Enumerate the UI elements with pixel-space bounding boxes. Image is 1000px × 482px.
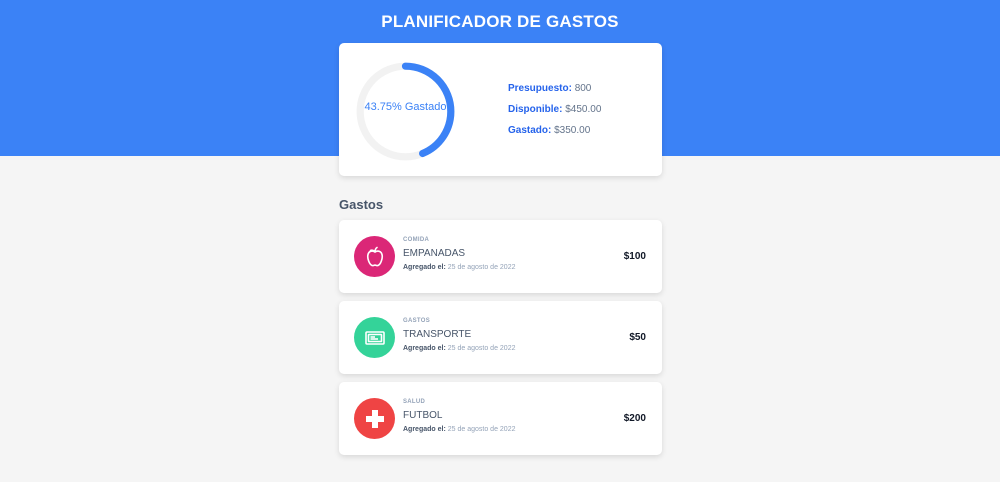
card-icon — [364, 330, 385, 345]
expense-name: EMPANADAS — [403, 248, 466, 259]
apple-icon — [366, 246, 383, 266]
budget-line: Presupuesto: 800 — [508, 83, 601, 104]
expense-date: Agregado el: 25 de agosto de 2022 — [403, 345, 515, 352]
budget-card: 43.75% Gastado Presupuesto: 800 Disponib… — [339, 43, 662, 176]
spent-value: $350.00 — [554, 125, 591, 136]
available-key: Disponible: — [508, 104, 563, 115]
spent-key: Gastado: — [508, 125, 552, 136]
expenses-heading: Gastos — [339, 197, 384, 212]
expense-date-key: Agregado el: — [403, 345, 446, 352]
expense-date-value: 25 de agosto de 2022 — [447, 345, 516, 352]
expense-date-key: Agregado el: — [403, 264, 446, 271]
budget-value: 800 — [574, 83, 592, 94]
available-value: $450.00 — [565, 104, 602, 115]
expense-icon — [354, 236, 395, 277]
expense-date-value: 25 de agosto de 2022 — [447, 426, 516, 433]
expense-icon — [354, 398, 395, 439]
medical-cross-icon — [365, 409, 384, 428]
expense-date: Agregado el: 25 de agosto de 2022 — [403, 264, 515, 271]
expense-category: COMIDA — [403, 237, 430, 243]
expense-icon — [354, 317, 395, 358]
app-title: PLANIFICADOR DE GASTOS — [381, 12, 619, 31]
expense-date-value: 25 de agosto de 2022 — [447, 264, 516, 271]
budget-stats: Presupuesto: 800 Disponible: $450.00 Gas… — [508, 83, 601, 146]
budget-key: Presupuesto: — [508, 83, 572, 94]
expense-item[interactable]: GASTOS TRANSPORTE Agregado el: 25 de ago… — [339, 301, 662, 374]
available-line: Disponible: $450.00 — [508, 104, 601, 125]
spent-line: Gastado: $350.00 — [508, 125, 601, 146]
expense-item[interactable]: SALUD FUTBOL Agregado el: 25 de agosto d… — [339, 382, 662, 455]
expense-item[interactable]: COMIDA EMPANADAS Agregado el: 25 de agos… — [339, 220, 662, 293]
progress-label: 43.75% Gastado — [364, 101, 447, 113]
expense-date-key: Agregado el: — [403, 426, 446, 433]
expense-date: Agregado el: 25 de agosto de 2022 — [403, 426, 515, 433]
expense-category: SALUD — [403, 399, 426, 405]
expense-name: FUTBOL — [403, 410, 443, 421]
expense-category: GASTOS — [403, 318, 431, 324]
expense-amount: $50 — [629, 332, 646, 343]
expense-amount: $200 — [623, 413, 646, 424]
expense-amount: $100 — [623, 251, 646, 262]
expense-name: TRANSPORTE — [403, 329, 472, 340]
